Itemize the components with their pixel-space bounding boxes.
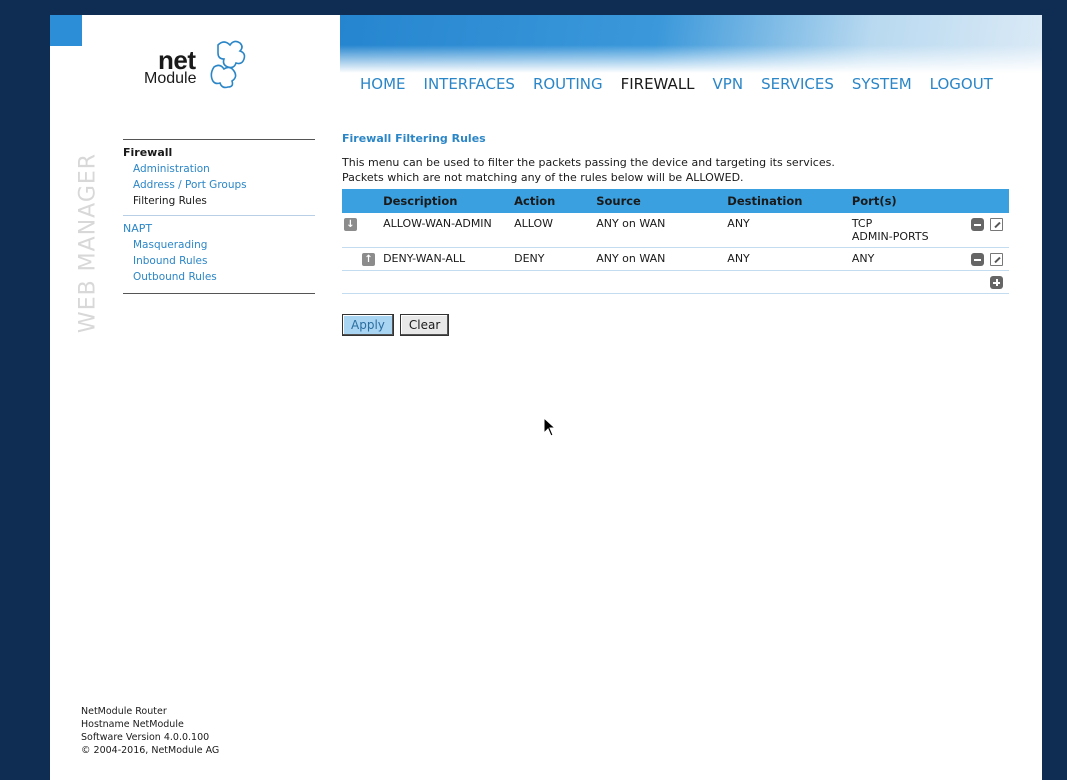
form-buttons: Apply Clear — [342, 313, 1012, 336]
delete-rule-icon[interactable] — [970, 252, 984, 266]
header-source: Source — [590, 189, 722, 213]
header-destination: Destination — [721, 189, 846, 213]
header-banner — [340, 15, 1042, 73]
sidebar-heading-napt[interactable]: NAPT — [123, 222, 315, 235]
sidebar-group-napt: NAPT Masquerading Inbound Rules Outbound… — [123, 216, 315, 285]
sidebar-item-inbound-rules[interactable]: Inbound Rules — [123, 253, 315, 269]
description-line-2: Packets which are not matching any of th… — [342, 171, 744, 184]
nav-services[interactable]: SERVICES — [761, 75, 834, 99]
cell-description: DENY-WAN-ALL — [377, 247, 509, 271]
nav-interfaces[interactable]: INTERFACES — [424, 75, 515, 99]
header-ports: Port(s) — [845, 189, 950, 213]
description-line-1: This menu can be used to filter the pack… — [342, 156, 835, 169]
row-order-cell: ↓ — [342, 213, 378, 248]
row-actions-cell — [949, 247, 1009, 271]
table-add-row — [342, 270, 1009, 294]
header-actions — [949, 189, 1009, 213]
header-order — [342, 189, 378, 213]
nav-system[interactable]: SYSTEM — [852, 75, 912, 99]
cell-ports: TCP ADMIN-PORTS — [845, 213, 950, 248]
filtering-rules-table: Description Action Source Destination Po… — [342, 189, 1009, 294]
move-up-icon[interactable]: ↑ — [362, 253, 376, 266]
corner-decoration — [50, 15, 82, 46]
delete-rule-icon[interactable] — [970, 217, 984, 231]
sidebar-bottom-divider — [123, 293, 315, 294]
mouse-cursor-icon — [543, 417, 557, 437]
footer-copyright: © 2004-2016, NetModule AG — [81, 745, 220, 756]
cell-source: ANY on WAN — [590, 213, 722, 248]
header-description: Description — [377, 189, 509, 213]
row-actions-cell — [949, 213, 1009, 248]
table-row: ↑ DENY-WAN-ALL DENY ANY on WAN ANY ANY — [342, 247, 1009, 271]
cell-destination: ANY — [721, 213, 846, 248]
move-down-icon[interactable]: ↓ — [344, 218, 357, 231]
edit-rule-icon[interactable] — [990, 252, 1003, 266]
nav-logout[interactable]: LOGOUT — [930, 75, 993, 99]
table-header-row: Description Action Source Destination Po… — [342, 189, 1009, 213]
cell-action: ALLOW — [508, 213, 591, 248]
add-rule-icon[interactable] — [990, 275, 1003, 289]
clear-button[interactable]: Clear — [399, 313, 450, 336]
edit-rule-icon[interactable] — [990, 217, 1003, 231]
apply-button[interactable]: Apply — [342, 313, 394, 336]
cell-ports-group: ADMIN-PORTS — [851, 230, 929, 243]
cell-action: DENY — [508, 247, 591, 271]
nav-firewall[interactable]: FIREWALL — [621, 75, 695, 99]
cell-source: ANY on WAN — [590, 247, 722, 271]
nav-routing[interactable]: ROUTING — [533, 75, 603, 99]
add-row-cell — [949, 270, 1009, 294]
page-container: net Module HOME INTERFACES ROUTING FIREW… — [50, 15, 1042, 780]
web-manager-watermark: WEB MANAGER — [75, 133, 101, 353]
footer-hostname: Hostname NetModule — [81, 719, 184, 730]
header-action: Action — [508, 189, 591, 213]
cell-description: ALLOW-WAN-ADMIN — [377, 213, 509, 248]
footer-info: NetModule Router Hostname NetModule Soft… — [81, 705, 219, 757]
cell-ports: ANY — [845, 247, 950, 271]
row-order-cell: ↑ — [342, 247, 378, 271]
main-content: Firewall Filtering Rules This menu can b… — [342, 132, 1012, 336]
nav-vpn[interactable]: VPN — [713, 75, 744, 99]
add-row-spacer — [342, 270, 950, 294]
sidebar: Firewall Administration Address / Port G… — [123, 139, 315, 294]
footer-product: NetModule Router — [81, 706, 167, 717]
cell-destination: ANY — [721, 247, 846, 271]
netmodule-logo[interactable]: net Module — [138, 37, 278, 97]
sidebar-item-administration[interactable]: Administration — [123, 161, 315, 177]
puzzle-logo-icon — [210, 40, 246, 89]
sidebar-item-outbound-rules[interactable]: Outbound Rules — [123, 269, 315, 285]
sidebar-item-filtering-rules[interactable]: Filtering Rules — [123, 193, 315, 209]
cell-ports-protocol: TCP — [851, 217, 873, 230]
sidebar-item-masquerading[interactable]: Masquerading — [123, 237, 315, 253]
nav-home[interactable]: HOME — [360, 75, 406, 99]
table-row: ↓ ALLOW-WAN-ADMIN ALLOW ANY on WAN ANY T… — [342, 213, 1009, 248]
page-title: Firewall Filtering Rules — [342, 132, 486, 145]
sidebar-item-address-port-groups[interactable]: Address / Port Groups — [123, 177, 315, 193]
web-manager-label: WEB MANAGER — [75, 152, 101, 334]
sidebar-heading-firewall[interactable]: Firewall — [123, 146, 315, 159]
top-navigation: HOME INTERFACES ROUTING FIREWALL VPN SER… — [360, 75, 1011, 99]
footer-software-version: Software Version 4.0.0.100 — [81, 732, 210, 743]
sidebar-group-firewall: Firewall Administration Address / Port G… — [123, 140, 315, 209]
logo-module-text: Module — [144, 70, 197, 87]
